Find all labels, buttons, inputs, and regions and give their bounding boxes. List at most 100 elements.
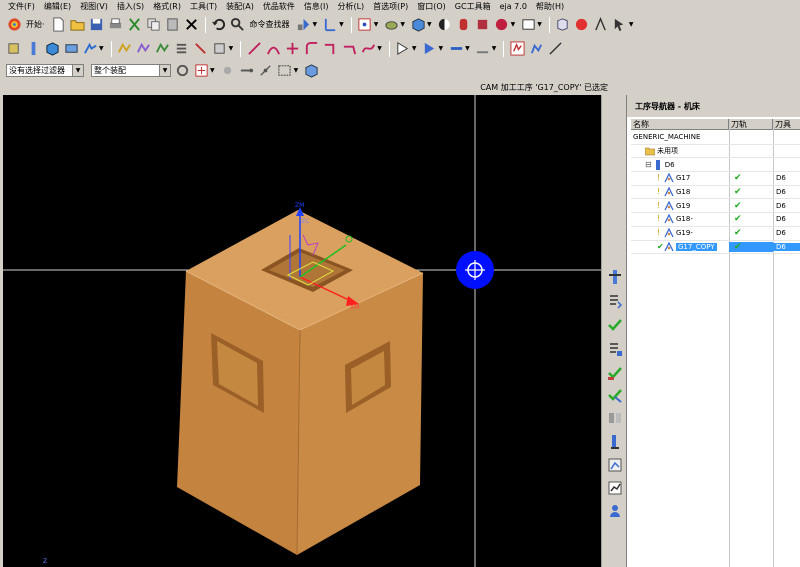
render-style-icon[interactable] (383, 17, 399, 33)
edit-feature-icon[interactable] (528, 41, 544, 57)
general-selection-icon[interactable] (174, 62, 190, 78)
verify-tab-icon[interactable] (605, 315, 624, 334)
delete-icon[interactable] (184, 17, 200, 33)
tool-tab-icon[interactable] (605, 432, 624, 451)
new-file-icon[interactable] (51, 17, 67, 33)
dropdown-arrow-icon[interactable]: ▼ (465, 45, 470, 52)
menu-item-1[interactable]: 编辑(E) (44, 1, 71, 12)
dropdown-arrow-icon[interactable]: ▼ (629, 21, 634, 28)
navigator-row[interactable]: ! G17 ✔ D6 (631, 172, 800, 186)
color-icon[interactable] (494, 17, 510, 33)
midpoint-icon[interactable] (258, 62, 274, 78)
measure-icon[interactable] (448, 41, 464, 57)
selection-filter-select[interactable]: 没有选择过滤器 ▼ (6, 63, 84, 77)
generate-path-icon[interactable] (117, 41, 133, 57)
paste-icon[interactable] (165, 17, 181, 33)
dropdown-arrow-icon[interactable]: ▼ (511, 21, 516, 28)
snap-icon[interactable] (357, 17, 373, 33)
dropdown-arrow-icon[interactable]: ▼ (537, 21, 542, 28)
menu-item-6[interactable]: 装配(A) (226, 1, 254, 12)
navigator-row[interactable]: ! G18 ✔ D6 (631, 186, 800, 200)
command-finder-icon[interactable] (230, 17, 246, 33)
nx-logo-icon[interactable] (6, 17, 22, 33)
list-path-icon[interactable] (174, 41, 190, 57)
dropdown-arrow-icon[interactable]: ▼ (412, 45, 417, 52)
curve-extend-icon[interactable] (341, 41, 357, 57)
delete-path-icon[interactable] (193, 41, 209, 57)
red-shape-icon[interactable] (574, 17, 590, 33)
menu-item-2[interactable]: 视图(V) (80, 1, 108, 12)
assembly-scope-select[interactable]: 整个装配 ▼ (91, 63, 171, 77)
column-header-name[interactable]: 名称 (631, 119, 729, 129)
snap-point-icon[interactable] (193, 62, 209, 78)
graphics-viewport[interactable]: ZM XM ZC Z (3, 95, 601, 567)
rectangle-select-icon[interactable] (277, 62, 293, 78)
roles-tab-icon[interactable] (605, 501, 624, 520)
dropdown-arrow-icon[interactable]: ▼ (210, 67, 215, 74)
move-icon[interactable] (322, 17, 338, 33)
open-folder-icon[interactable] (70, 17, 86, 33)
navigator-row[interactable]: 未用项 (631, 145, 800, 159)
dropdown-arrow-icon[interactable]: ▼ (229, 45, 234, 52)
menu-item-8[interactable]: 信息(I) (304, 1, 329, 12)
shaded-cube-icon[interactable] (410, 17, 426, 33)
menu-item-10[interactable]: 首选项(P) (373, 1, 408, 12)
dropdown-arrow-icon[interactable]: ▼ (374, 21, 379, 28)
curve-fillet-icon[interactable] (303, 41, 319, 57)
dropdown-arrow-icon[interactable]: ▼ (72, 64, 83, 76)
part-view-icon[interactable] (555, 17, 571, 33)
geometry-view-tab-icon[interactable] (605, 363, 624, 382)
select-play-icon[interactable] (395, 41, 411, 57)
dropdown-arrow-icon[interactable]: ▼ (294, 67, 299, 74)
start-button[interactable]: 开始· (26, 19, 45, 30)
curve-spline-icon[interactable] (360, 41, 376, 57)
create-program-icon[interactable] (6, 41, 22, 57)
column-header-tool[interactable]: 刀具 (773, 119, 800, 129)
menu-item-4[interactable]: 格式(R) (153, 1, 181, 12)
measure-distance-icon[interactable] (547, 41, 563, 57)
create-operation-icon[interactable] (82, 41, 98, 57)
dropdown-arrow-icon[interactable]: ▼ (339, 21, 344, 28)
cube-select-icon[interactable] (303, 62, 319, 78)
cut-icon[interactable] (127, 17, 143, 33)
point-on-curve-icon[interactable] (220, 62, 236, 78)
replay-path-icon[interactable] (136, 41, 152, 57)
show-hide-icon[interactable] (296, 17, 312, 33)
curve-cross-icon[interactable] (284, 41, 300, 57)
menu-item-13[interactable]: eja 7.0 (500, 2, 527, 11)
analysis-icon[interactable] (475, 41, 491, 57)
dropdown-arrow-icon[interactable]: ▼ (439, 45, 444, 52)
dropdown-arrow-icon[interactable]: ▼ (313, 21, 318, 28)
operation-navigator-tab-icon[interactable] (605, 267, 624, 286)
create-geometry-icon[interactable] (44, 41, 60, 57)
menu-item-7[interactable]: 优品软件 (263, 1, 295, 12)
curve-arc-icon[interactable] (265, 41, 281, 57)
menu-item-14[interactable]: 帮助(H) (536, 1, 564, 12)
program-order-tab-icon[interactable] (605, 339, 624, 358)
menu-item-0[interactable]: 文件(F) (8, 1, 35, 12)
expand-collapse-icon[interactable]: ⊟ (645, 160, 652, 169)
navigator-row[interactable]: ! G18- ✔ D6 (631, 213, 800, 227)
rotate-cursor[interactable] (456, 251, 494, 289)
curve-trim-icon[interactable] (322, 41, 338, 57)
dropdown-arrow-icon[interactable]: ▼ (99, 45, 104, 52)
undo-icon[interactable] (211, 17, 227, 33)
menu-item-11[interactable]: 窗口(O) (417, 1, 446, 12)
verify-path-icon[interactable] (155, 41, 171, 57)
machine-tool-tab-icon[interactable] (605, 291, 624, 310)
cursor-icon[interactable] (612, 17, 628, 33)
navigator-row[interactable]: GENERIC_MACHINE (631, 131, 800, 145)
navigator-row[interactable]: ! G19 ✔ D6 (631, 199, 800, 214)
menu-item-12[interactable]: GC工具箱 (455, 1, 491, 12)
dropdown-arrow-icon[interactable]: ▼ (377, 45, 382, 52)
postprocess-icon[interactable] (212, 41, 228, 57)
copy-icon[interactable] (146, 17, 162, 33)
navigator-row[interactable]: ⊟ D6 (631, 158, 800, 173)
dropdown-arrow-icon[interactable]: ▼ (492, 45, 497, 52)
select-play-blue-icon[interactable] (422, 41, 438, 57)
endpoint-icon[interactable] (239, 62, 255, 78)
red-cylinder-icon[interactable] (456, 17, 472, 33)
method-view-tab-icon[interactable] (605, 385, 624, 404)
tool-path-icon[interactable] (593, 17, 609, 33)
navigator-row[interactable]: ✔ G17_COPY ✔ D6 (631, 241, 800, 255)
